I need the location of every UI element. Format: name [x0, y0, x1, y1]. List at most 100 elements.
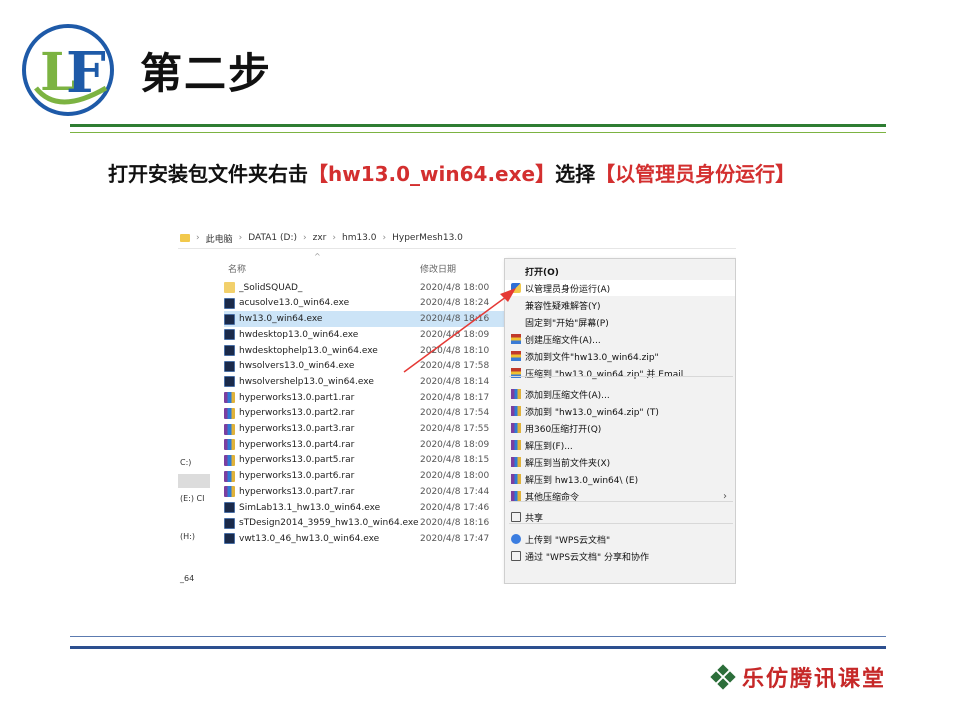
instruction-part3: 选择 — [555, 162, 596, 186]
file-row[interactable]: sTDesign2014_3959_hw13.0_win64.exe 2020/4… — [224, 516, 516, 532]
file-row[interactable]: hyperworks13.0.part4.rar 2020/4/8 18:09 — [224, 437, 516, 453]
breadcrumb-item[interactable]: DATA1 (D:) — [248, 233, 297, 243]
nav-item[interactable]: _64 — [180, 574, 194, 583]
context-menu-label: 添加到压缩文件(A)... — [525, 390, 610, 401]
rar-icon — [511, 457, 521, 467]
breadcrumb-item[interactable]: zxr — [313, 233, 327, 243]
blank-icon — [511, 300, 521, 310]
svg-text:F: F — [66, 40, 106, 106]
chevron-right-icon: › — [332, 233, 336, 243]
context-menu-item[interactable]: 添加到 "hw13.0_win64.zip" (T) — [505, 403, 735, 419]
context-menu-item[interactable]: 添加到文件"hw13.0_win64.zip" — [505, 348, 735, 364]
chevron-right-icon: › — [723, 490, 727, 502]
file-row[interactable]: hyperworks13.0.part2.rar 2020/4/8 17:54 — [224, 406, 516, 422]
page-title: 第二步 — [140, 49, 273, 98]
address-divider — [178, 248, 736, 249]
rar-icon — [511, 389, 521, 399]
nav-item[interactable]: (E:) CI — [180, 494, 204, 503]
context-menu-item[interactable]: 解压到(F)... — [505, 437, 735, 453]
header-divider — [70, 124, 886, 127]
file-name: hwsolvershelp13.0_win64.exe — [239, 376, 374, 387]
context-menu-item[interactable]: 打开(O) — [505, 263, 735, 279]
instruction-part1: 打开安装包文件夹右击 — [108, 162, 308, 186]
file-name: hyperworks13.0.part1.rar — [239, 392, 355, 403]
file-name: hyperworks13.0.part6.rar — [239, 471, 355, 482]
nav-item[interactable]: C:) — [180, 458, 191, 467]
file-name: _SolidSQUAD_ — [239, 282, 303, 293]
context-menu-label: 解压到当前文件夹(X) — [525, 458, 611, 469]
file-name: hwdesktophelp13.0_win64.exe — [239, 345, 378, 356]
footer-divider — [70, 646, 886, 649]
file-name: sTDesign2014_3959_hw13.0_win64.exe — [239, 518, 419, 529]
exe-file-icon — [224, 345, 235, 357]
context-menu-label: 添加到文件"hw13.0_win64.zip" — [525, 352, 659, 363]
brand-name: 乐仿腾讯课堂 — [742, 666, 887, 692]
file-name: hwsolvers13.0_win64.exe — [239, 361, 355, 372]
context-menu-item[interactable]: 压缩到 "hw13.0_win64.zip" 并 Email — [505, 365, 735, 381]
file-name: hw13.0_win64.exe — [239, 314, 323, 325]
context-menu-item[interactable]: 上传到 "WPS云文档" — [505, 531, 735, 547]
menu-separator — [509, 376, 733, 377]
nav-item[interactable]: (H:) — [180, 532, 195, 541]
file-date: 2020/4/8 18:00 — [420, 282, 490, 293]
context-menu-label: 解压到 hw13.0_win64\ (E) — [525, 475, 639, 486]
lf-logo: L F — [22, 24, 114, 116]
rar-archive-icon — [224, 392, 235, 404]
rar-icon — [511, 440, 521, 450]
instruction-text: 打开安装包文件夹右击【hw13.0_win64.exe】选择【以管理员身份运行】 — [108, 158, 818, 190]
file-row[interactable]: _SolidSQUAD_ 2020/4/8 18:00 — [224, 280, 516, 296]
context-menu-item[interactable]: 创建压缩文件(A)... — [505, 331, 735, 347]
breadcrumb-item[interactable]: 此电脑 — [206, 232, 233, 245]
context-menu-item[interactable]: 解压到当前文件夹(X) — [505, 454, 735, 470]
menu-separator — [509, 523, 733, 524]
context-menu-item[interactable]: 通过 "WPS云文档" 分享和协作 — [505, 548, 735, 564]
rar-icon — [511, 474, 521, 484]
share-icon — [511, 512, 521, 522]
file-row[interactable]: hyperworks13.0.part7.rar 2020/4/8 17:44 — [224, 484, 516, 500]
context-menu-item[interactable]: 固定到"开始"屏幕(P) — [505, 314, 735, 330]
header-divider-thin — [70, 132, 886, 133]
sort-up-icon: ^ — [314, 252, 321, 261]
footer-divider-thin — [70, 636, 886, 637]
file-name: hyperworks13.0.part2.rar — [239, 408, 355, 419]
file-row[interactable]: hwdesktop13.0_win64.exe 2020/4/8 18:09 — [224, 327, 516, 343]
winrar-icon — [511, 351, 521, 361]
rar-icon — [511, 406, 521, 416]
folder-icon — [224, 282, 235, 294]
breadcrumb-item[interactable]: HyperMesh13.0 — [392, 233, 463, 243]
file-date: 2020/4/8 18:10 — [420, 345, 490, 356]
folder-icon — [180, 234, 190, 242]
rar-archive-icon — [224, 454, 235, 466]
rar-icon — [511, 423, 521, 433]
column-header-date[interactable]: 修改日期 — [420, 262, 456, 275]
file-row[interactable]: hyperworks13.0.part5.rar 2020/4/8 18:15 — [224, 453, 516, 469]
file-row[interactable]: hyperworks13.0.part1.rar 2020/4/8 18:17 — [224, 390, 516, 406]
context-menu-label: 创建压缩文件(A)... — [525, 335, 601, 346]
file-row[interactable]: vwt13.0_46_hw13.0_win64.exe 2020/4/8 17:4… — [224, 531, 516, 547]
file-row[interactable]: hyperworks13.0.part3.rar 2020/4/8 17:55 — [224, 421, 516, 437]
file-row[interactable]: hyperworks13.0.part6.rar 2020/4/8 18:00 — [224, 468, 516, 484]
file-row[interactable]: hw13.0_win64.exe 2020/4/8 18:16 — [224, 311, 516, 327]
context-menu-item[interactable]: 解压到 hw13.0_win64\ (E) — [505, 471, 735, 487]
rar-archive-icon — [224, 486, 235, 498]
file-row[interactable]: hwsolvershelp13.0_win64.exe 2020/4/8 18:1… — [224, 374, 516, 390]
context-menu-item[interactable]: 兼容性疑难解答(Y) — [505, 297, 735, 313]
file-name: SimLab13.1_hw13.0_win64.exe — [239, 502, 381, 513]
context-menu-item[interactable]: 添加到压缩文件(A)... — [505, 386, 735, 402]
file-date: 2020/4/8 18:16 — [420, 518, 490, 529]
file-row[interactable]: hwsolvers13.0_win64.exe 2020/4/8 17:58 — [224, 359, 516, 375]
file-row[interactable]: hwdesktophelp13.0_win64.exe 2020/4/8 18:1… — [224, 343, 516, 359]
context-menu-label: 兼容性疑难解答(Y) — [525, 301, 601, 312]
file-row[interactable]: acusolve13.0_win64.exe 2020/4/8 18:24 — [224, 296, 516, 312]
blank-icon — [511, 266, 521, 276]
breadcrumb-item[interactable]: hm13.0 — [342, 233, 377, 243]
diamond-cluster-icon — [710, 664, 736, 690]
context-menu-item[interactable]: 用360压缩打开(Q) — [505, 420, 735, 436]
file-row[interactable]: SimLab13.1_hw13.0_win64.exe 2020/4/8 17:4… — [224, 500, 516, 516]
context-menu-label: 打开(O) — [525, 267, 559, 278]
instruction-filename: 【hw13.0_win64.exe】 — [308, 162, 556, 186]
column-header-name[interactable]: 名称 — [228, 262, 246, 275]
file-date: 2020/4/8 18:24 — [420, 298, 490, 309]
context-menu-item[interactable]: 以管理员身份运行(A) — [505, 280, 735, 296]
chevron-right-icon: › — [238, 233, 243, 243]
